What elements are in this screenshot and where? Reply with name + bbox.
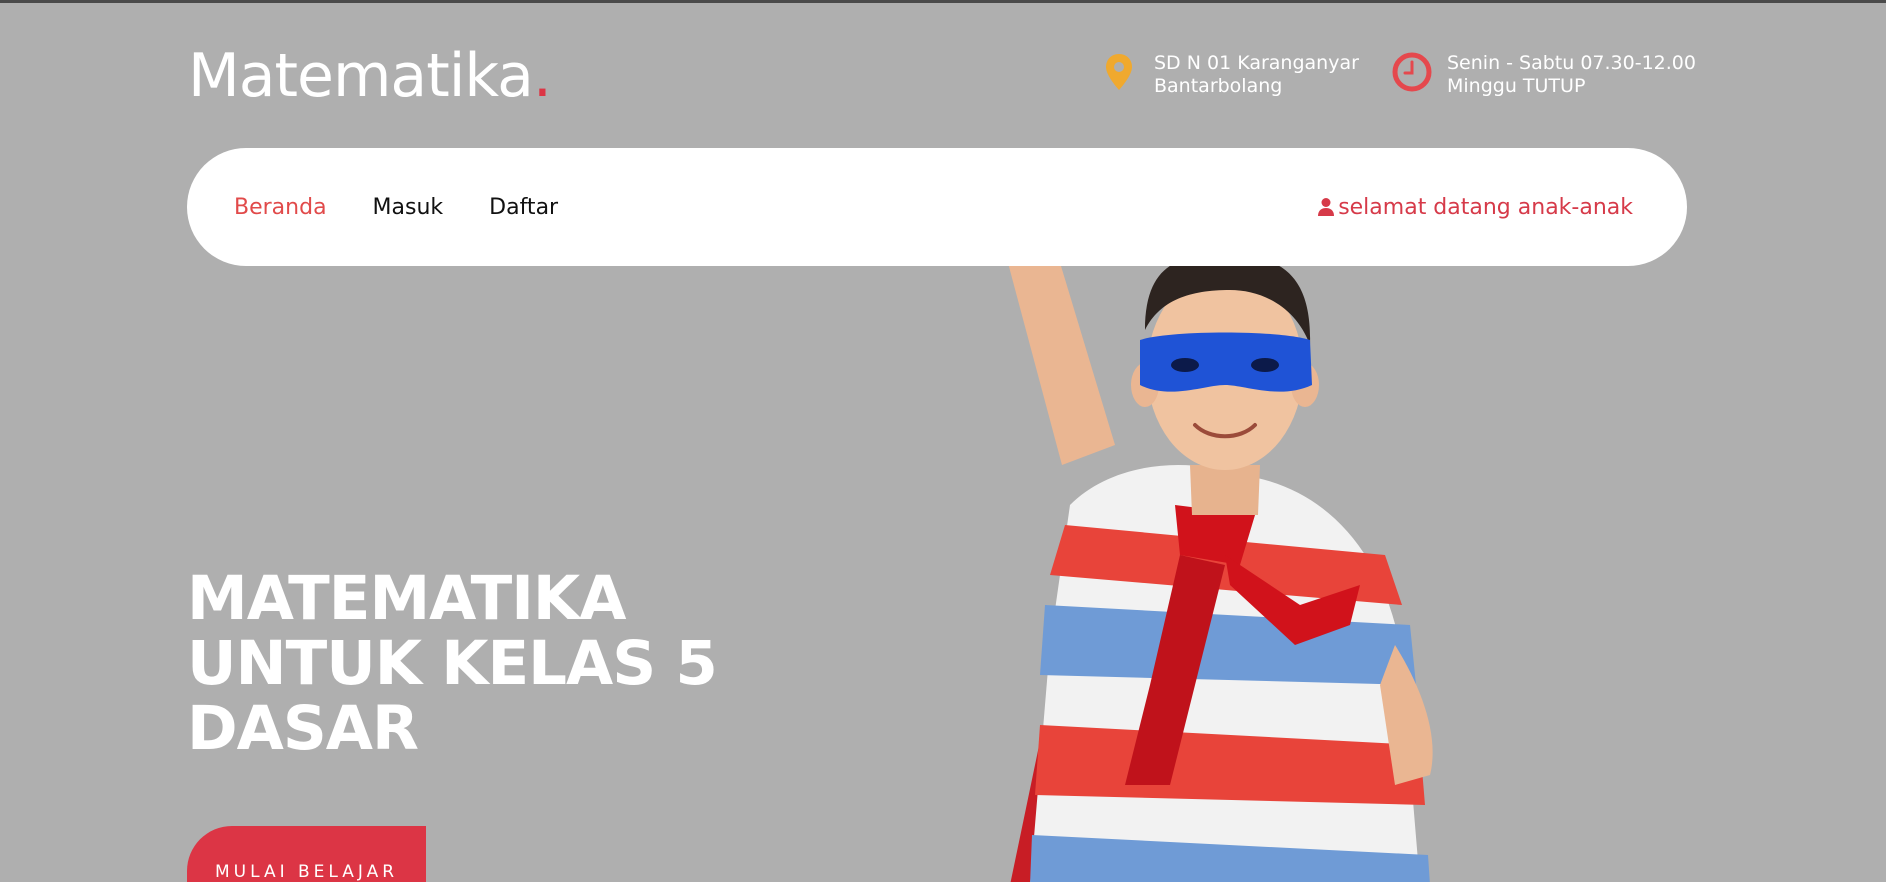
- user-icon: [1318, 198, 1335, 216]
- nav-item-masuk[interactable]: Masuk: [373, 195, 444, 220]
- location-line-1: SD N 01 Karanganyar: [1154, 52, 1359, 74]
- logo-text: Matematika: [188, 41, 534, 111]
- nav-item-beranda[interactable]: Beranda: [234, 195, 327, 220]
- hero-title: MATEMATIKA UNTUK KELAS 5 DASAR: [187, 563, 718, 764]
- hours-line-1: Senin - Sabtu 07.30-12.00: [1447, 52, 1696, 74]
- nav-item-daftar[interactable]: Daftar: [489, 195, 558, 220]
- greeting-text: selamat datang anak-anak: [1338, 194, 1633, 220]
- logo-dot: .: [532, 41, 552, 111]
- main-navbar: Beranda Masuk Daftar selamat datang anak…: [187, 148, 1687, 266]
- start-learning-button[interactable]: MULAI BELAJAR: [187, 826, 426, 882]
- site-logo[interactable]: Matematika.: [188, 41, 552, 111]
- welcome-greeting: selamat datang anak-anak: [1317, 195, 1633, 220]
